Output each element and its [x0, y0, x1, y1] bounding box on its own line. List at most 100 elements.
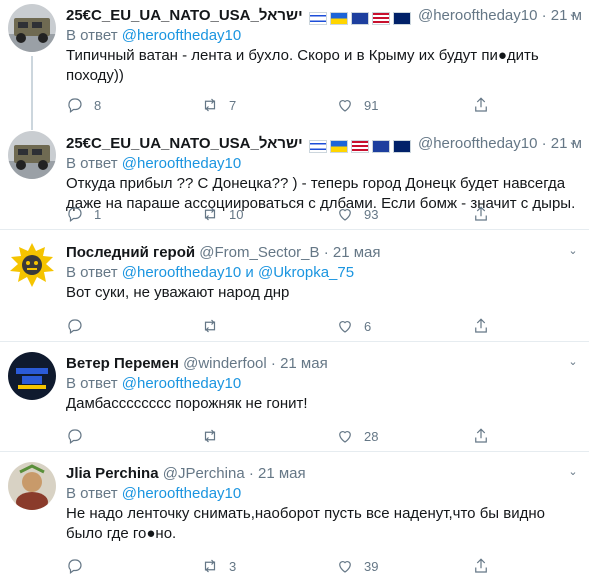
chevron-down-icon[interactable]: ⌄	[567, 245, 579, 257]
reply-button[interactable]	[66, 316, 94, 336]
heart-icon	[339, 100, 351, 112]
retweet-count: 7	[229, 97, 237, 113]
tweet-actions: 1 10 93	[66, 204, 487, 224]
like-button[interactable]: 39	[336, 556, 378, 576]
tweet-actions: 28	[66, 426, 487, 446]
tweet-text: Вот суки, не уважают народ днр	[66, 284, 290, 301]
like-button[interactable]: 28	[336, 426, 378, 446]
display-name[interactable]: Ветер Перемен	[66, 355, 179, 372]
heart-icon	[339, 321, 351, 333]
like-count: 28	[364, 428, 379, 444]
share-button[interactable]	[472, 316, 490, 336]
tweet-actions: 3 39	[66, 556, 487, 576]
separator-dot: ·	[541, 7, 547, 24]
tweet-divider	[0, 341, 589, 342]
display-name[interactable]: Jlia Perchina	[66, 465, 159, 482]
reply-context: В ответ @herooftheday10	[66, 26, 581, 45]
like-count: 93	[364, 206, 379, 222]
user-handle[interactable]: @JPerchina	[163, 465, 245, 482]
reply-button[interactable]: 8	[66, 95, 101, 115]
separator-dot: ·	[248, 465, 254, 482]
israel-flag-icon	[308, 139, 327, 153]
reply-prefix: В ответ	[66, 485, 118, 502]
user-handle[interactable]: @herooftheday10	[418, 7, 537, 24]
user-handle[interactable]: @winderfool	[183, 355, 267, 372]
tweet-text: Не надо ленточку снимать,наоборот пусть …	[66, 505, 545, 542]
share-button[interactable]	[472, 556, 490, 576]
reply-mention[interactable]: @herooftheday10	[122, 485, 241, 502]
avatar[interactable]	[8, 131, 56, 179]
like-button[interactable]: 91	[336, 95, 378, 115]
tweet-text: Дамбасссссссс порожняк не гонит!	[66, 395, 308, 412]
reply-icon	[68, 207, 82, 222]
timestamp[interactable]: 21 мая	[333, 244, 381, 261]
retweet-icon	[204, 319, 216, 333]
display-name[interactable]: 25€C_EU_UA_NATO_USA_ישראל	[66, 7, 303, 24]
user-handle[interactable]: @herooftheday10	[418, 135, 537, 152]
retweet-button[interactable]: 7	[201, 95, 236, 115]
reply-mention[interactable]: @herooftheday10	[122, 264, 241, 281]
tweet-divider	[0, 451, 589, 452]
reply-count: 1	[94, 206, 102, 222]
chevron-down-icon[interactable]: ⌄	[567, 466, 579, 478]
separator-dot: ·	[270, 355, 276, 372]
retweet-count: 10	[229, 206, 244, 222]
retweet-button[interactable]: 3	[201, 556, 236, 576]
reply-icon	[68, 559, 82, 574]
share-button[interactable]	[472, 95, 490, 115]
share-button[interactable]	[472, 426, 490, 446]
flag-emojis	[308, 8, 414, 25]
reply-mention[interactable]: @herooftheday10	[122, 27, 241, 44]
like-button[interactable]: 93	[336, 204, 378, 224]
reply-button[interactable]	[66, 426, 94, 446]
chevron-down-icon[interactable]: ⌄	[567, 8, 579, 20]
like-count: 91	[364, 97, 379, 113]
reply-button[interactable]	[66, 556, 94, 576]
avatar[interactable]	[8, 352, 56, 400]
ukraine-flag-icon	[329, 139, 348, 153]
separator-dot: ·	[541, 135, 547, 152]
share-icon	[475, 318, 487, 333]
reply-prefix: В ответ	[66, 27, 118, 44]
reply-prefix: В ответ	[66, 155, 118, 172]
usa-flag-icon	[350, 139, 369, 153]
tweet-divider	[0, 229, 589, 230]
heart-icon	[339, 431, 351, 443]
eu-flag-icon	[371, 139, 390, 153]
reply-prefix: В ответ	[66, 375, 118, 392]
avatar[interactable]	[8, 4, 56, 52]
display-name[interactable]: 25€C_EU_UA_NATO_USA_ישראל	[66, 135, 303, 152]
eu-flag-icon	[350, 11, 369, 25]
retweet-icon	[204, 98, 216, 112]
like-count: 39	[364, 558, 379, 574]
retweet-button[interactable]: 10	[201, 204, 243, 224]
tweet-actions: 6	[66, 316, 487, 336]
retweet-button[interactable]	[201, 316, 229, 336]
like-count: 6	[364, 318, 372, 334]
reply-conjunction: и	[245, 264, 254, 281]
timestamp[interactable]: 21 мая	[280, 355, 328, 372]
reply-mention[interactable]: @herooftheday10	[122, 155, 241, 172]
uk-flag-icon	[392, 11, 411, 25]
avatar[interactable]	[8, 462, 56, 510]
reply-mention[interactable]: @herooftheday10	[122, 375, 241, 392]
share-button[interactable]	[472, 204, 490, 224]
retweet-icon	[204, 559, 216, 573]
like-button[interactable]: 6	[336, 316, 371, 336]
display-name[interactable]: Последний герой	[66, 244, 195, 261]
ukraine-flag-icon	[329, 11, 348, 25]
user-handle[interactable]: @From_Sector_B	[199, 244, 319, 261]
reply-icon	[68, 98, 82, 113]
chevron-down-icon[interactable]: ⌄	[567, 136, 579, 148]
retweet-button[interactable]	[201, 426, 229, 446]
timestamp[interactable]: 21 мая	[258, 465, 306, 482]
retweet-icon	[204, 429, 216, 443]
tweet-text: Типичный ватан - лента и бухло. Скоро и …	[66, 47, 539, 84]
reply-button[interactable]: 1	[66, 204, 101, 224]
reply-mention-2[interactable]: @Ukropka_75	[258, 264, 354, 281]
chevron-down-icon[interactable]: ⌄	[567, 356, 579, 368]
share-icon	[475, 428, 487, 443]
retweet-icon	[204, 207, 216, 221]
avatar[interactable]	[8, 241, 56, 289]
reply-context: В ответ @herooftheday10	[66, 374, 581, 393]
